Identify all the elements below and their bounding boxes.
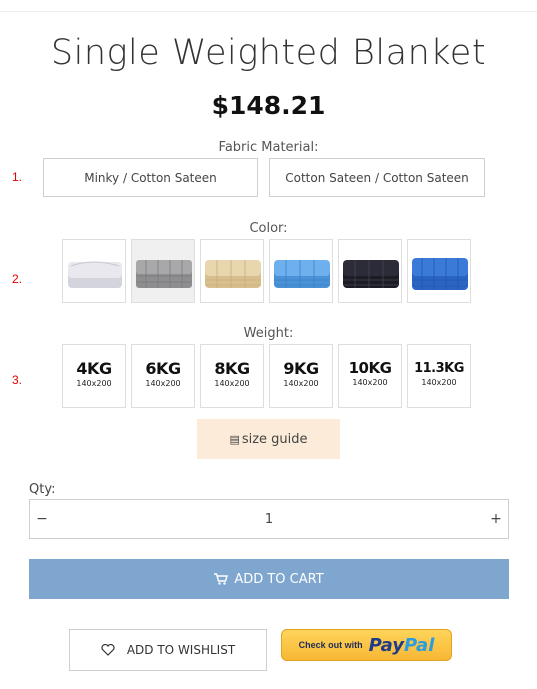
qty-increment-button[interactable]: +	[484, 500, 508, 538]
size-guide-label: size guide	[241, 431, 308, 447]
blanket-image-blue	[412, 258, 468, 290]
table-icon: ▤	[229, 432, 240, 446]
qty-decrement-button[interactable]: −	[30, 500, 54, 538]
weight-option-6kg[interactable]: 6KG 140x200	[131, 344, 195, 408]
qty-input[interactable]	[70, 500, 468, 538]
color-swatch-navy[interactable]	[338, 239, 402, 303]
fabric-option-cotton-cotton[interactable]: Cotton Sateen / Cotton Sateen	[269, 158, 485, 197]
blanket-image-navy	[343, 260, 399, 288]
color-label: Color:	[249, 221, 288, 236]
color-swatch-beige[interactable]	[200, 239, 264, 303]
weight-size: 140x200	[283, 379, 319, 388]
weight-value: 4KG	[76, 359, 112, 378]
weight-option-9kg[interactable]: 9KG 140x200	[269, 344, 333, 408]
quantity-stepper: − +	[29, 499, 509, 539]
color-swatch-white[interactable]	[62, 239, 126, 303]
weight-value: 9KG	[283, 359, 319, 378]
weight-size: 140x200	[145, 379, 181, 388]
add-to-wishlist-button[interactable]: ADD TO WISHLIST	[69, 629, 267, 671]
product-price: $148.21	[211, 91, 326, 120]
weight-size: 140x200	[76, 379, 112, 388]
weight-option-4kg[interactable]: 4KG 140x200	[62, 344, 126, 408]
paypal-prefix: Check out with	[298, 640, 363, 650]
weight-value: 8KG	[214, 359, 250, 378]
color-swatch-grey[interactable]	[131, 239, 195, 303]
weight-option-11-3kg[interactable]: 11.3KG 140x200	[407, 344, 471, 408]
weight-size: 140x200	[214, 379, 250, 388]
paypal-checkout-button[interactable]: Check out with Pay Pal	[281, 629, 452, 661]
qty-label: Qty:	[29, 482, 56, 497]
add-to-cart-label: ADD TO CART	[234, 571, 324, 587]
add-to-cart-button[interactable]: ADD TO CART	[29, 559, 509, 599]
weight-size: 140x200	[421, 378, 457, 387]
weight-value: 10KG	[348, 359, 392, 377]
product-title: Single Weighted Blanket	[50, 33, 487, 73]
weight-label: Weight:	[243, 326, 294, 341]
add-to-wishlist-label: ADD TO WISHLIST	[126, 643, 236, 657]
annotation-marker-1: 1.	[12, 170, 23, 184]
annotation-marker-3: 3.	[12, 373, 23, 387]
heart-icon	[101, 644, 115, 656]
paypal-logo-pay: Pay	[368, 634, 405, 656]
top-divider	[0, 11, 537, 12]
weight-value: 6KG	[145, 359, 181, 378]
fabric-material-label: Fabric Material:	[218, 140, 319, 155]
color-swatch-light-blue[interactable]	[269, 239, 333, 303]
weight-value: 11.3KG	[414, 361, 464, 376]
paypal-logo-pal: Pal	[404, 634, 435, 656]
weight-option-8kg[interactable]: 8KG 140x200	[200, 344, 264, 408]
blanket-image-light-blue	[274, 260, 330, 288]
annotation-marker-2: 2.	[12, 272, 23, 286]
cart-icon	[214, 573, 229, 585]
weight-size: 140x200	[352, 378, 388, 387]
weight-option-10kg[interactable]: 10KG 140x200	[338, 344, 402, 408]
blanket-image-beige	[205, 260, 261, 288]
size-guide-button[interactable]: ▤ size guide	[197, 419, 340, 459]
fabric-option-minky-cotton[interactable]: Minky / Cotton Sateen	[43, 158, 258, 197]
blanket-image-grey	[136, 260, 192, 288]
blanket-image-white	[68, 261, 122, 288]
color-swatch-blue[interactable]	[407, 239, 471, 303]
